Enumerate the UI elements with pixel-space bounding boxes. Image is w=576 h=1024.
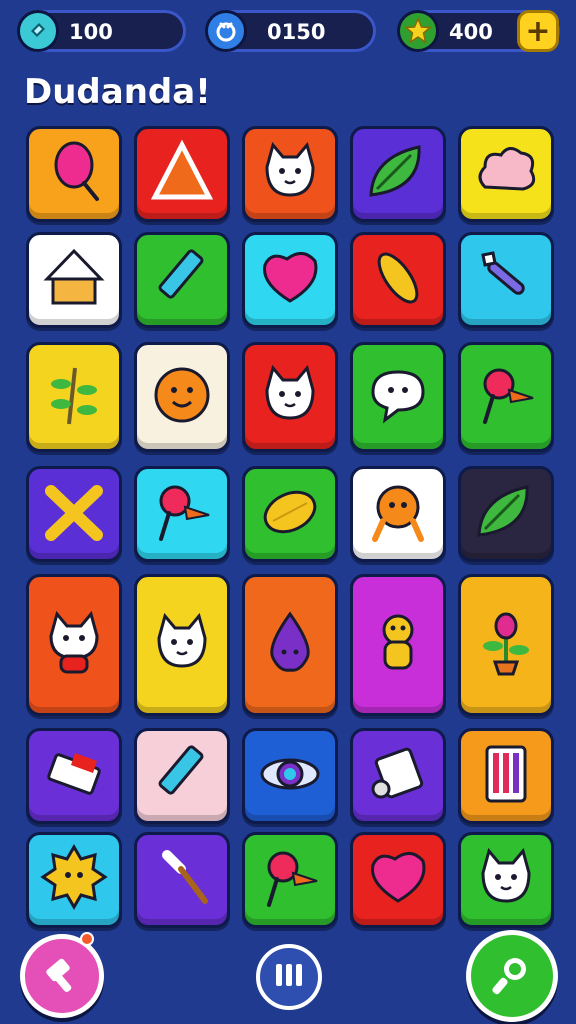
bottom-bar bbox=[0, 930, 576, 1024]
top-hud: 100 0150 400 + bbox=[0, 0, 576, 62]
tile-purple-heart[interactable] bbox=[350, 832, 446, 928]
calculator-icon bbox=[471, 739, 541, 813]
pause-icon bbox=[272, 960, 306, 994]
creature-icon bbox=[363, 477, 433, 551]
tile-red-pin[interactable] bbox=[134, 466, 230, 562]
leaf-icon bbox=[471, 477, 541, 551]
tile-speech-bubble[interactable] bbox=[350, 342, 446, 452]
leaf-icon bbox=[363, 137, 433, 211]
eraser-icon bbox=[39, 739, 109, 813]
tile-orange-face[interactable] bbox=[134, 342, 230, 452]
brush-icon bbox=[147, 843, 217, 917]
tile-triangle[interactable] bbox=[134, 126, 230, 222]
bone-icon bbox=[471, 243, 541, 317]
tile-blue-cat[interactable] bbox=[458, 832, 554, 928]
tile-eraser[interactable] bbox=[26, 728, 122, 824]
tile-cross[interactable] bbox=[26, 466, 122, 562]
hammer-icon bbox=[39, 951, 85, 1001]
pin-icon bbox=[147, 477, 217, 551]
sun-icon bbox=[39, 843, 109, 917]
tile-lemon[interactable] bbox=[242, 466, 338, 562]
add-currency-button[interactable]: + bbox=[517, 10, 559, 52]
page-title: Dudanda! bbox=[24, 72, 211, 112]
magnifier-icon bbox=[487, 949, 537, 1003]
pause-button[interactable] bbox=[256, 944, 322, 1010]
cat-icon bbox=[147, 608, 217, 682]
house-icon bbox=[39, 243, 109, 317]
tile-cloud[interactable] bbox=[458, 126, 554, 222]
hammer-button[interactable] bbox=[20, 934, 104, 1018]
tile-yellow-pin[interactable] bbox=[242, 832, 338, 928]
tile-branch[interactable] bbox=[26, 342, 122, 452]
tile-seed[interactable] bbox=[350, 232, 446, 328]
stars-value: 400 bbox=[449, 20, 493, 44]
tile-flower-pin[interactable] bbox=[458, 342, 554, 452]
gem-icon bbox=[17, 10, 59, 52]
tile-pink-cat[interactable] bbox=[134, 574, 230, 716]
balloon-icon bbox=[39, 137, 109, 211]
tile-fox[interactable] bbox=[26, 574, 122, 716]
tile-pencil[interactable] bbox=[134, 232, 230, 328]
cat-icon bbox=[471, 843, 541, 917]
pencil-icon bbox=[147, 739, 217, 813]
coin-icon bbox=[205, 10, 247, 52]
tile-potted-flower[interactable] bbox=[458, 574, 554, 716]
tile-purple-cat[interactable] bbox=[242, 342, 338, 452]
triangle-icon bbox=[147, 137, 217, 211]
notification-dot bbox=[80, 932, 94, 946]
gems-value: 100 bbox=[69, 20, 113, 44]
pin-icon bbox=[255, 843, 325, 917]
cat-icon bbox=[255, 360, 325, 434]
ring-icon bbox=[255, 739, 325, 813]
flower-icon bbox=[471, 608, 541, 682]
bear-icon bbox=[363, 608, 433, 682]
tile-balloon[interactable] bbox=[26, 126, 122, 222]
scroll-icon bbox=[363, 739, 433, 813]
fox-icon bbox=[39, 608, 109, 682]
tile-green-pencil[interactable] bbox=[134, 728, 230, 824]
tile-brush[interactable] bbox=[134, 832, 230, 928]
tile-ring[interactable] bbox=[242, 728, 338, 824]
tile-sun[interactable] bbox=[26, 832, 122, 928]
coins-counter[interactable]: 0150 bbox=[205, 10, 376, 52]
tile-leaf[interactable] bbox=[350, 126, 446, 222]
cloud-icon bbox=[471, 137, 541, 211]
speech-bubble-icon bbox=[363, 360, 433, 434]
tile-white-cat[interactable] bbox=[242, 126, 338, 222]
tile-drop[interactable] bbox=[242, 574, 338, 716]
tile-bone[interactable] bbox=[458, 232, 554, 328]
face-icon bbox=[147, 360, 217, 434]
gems-counter[interactable]: 100 bbox=[17, 10, 186, 52]
star-icon bbox=[397, 10, 439, 52]
stars-counter[interactable]: 400 + bbox=[397, 10, 560, 52]
tile-scroll[interactable] bbox=[350, 728, 446, 824]
cross-icon bbox=[39, 477, 109, 551]
lemon-icon bbox=[255, 477, 325, 551]
pin-icon bbox=[471, 360, 541, 434]
tile-red-leaf[interactable] bbox=[458, 466, 554, 562]
heart-icon bbox=[363, 843, 433, 917]
tile-orange-creature[interactable] bbox=[350, 466, 446, 562]
tile-house[interactable] bbox=[26, 232, 122, 328]
pencil-icon bbox=[147, 243, 217, 317]
tile-calculator[interactable] bbox=[458, 728, 554, 824]
drop-icon bbox=[255, 608, 325, 682]
coins-value: 0150 bbox=[267, 20, 326, 44]
branch-icon bbox=[39, 360, 109, 434]
search-button[interactable] bbox=[466, 930, 558, 1022]
tile-heart-bubble[interactable] bbox=[242, 232, 338, 328]
tile-yellow-bear[interactable] bbox=[350, 574, 446, 716]
heart-icon bbox=[255, 243, 325, 317]
cat-icon bbox=[255, 137, 325, 211]
seed-icon bbox=[363, 243, 433, 317]
plus-icon: + bbox=[525, 13, 551, 49]
